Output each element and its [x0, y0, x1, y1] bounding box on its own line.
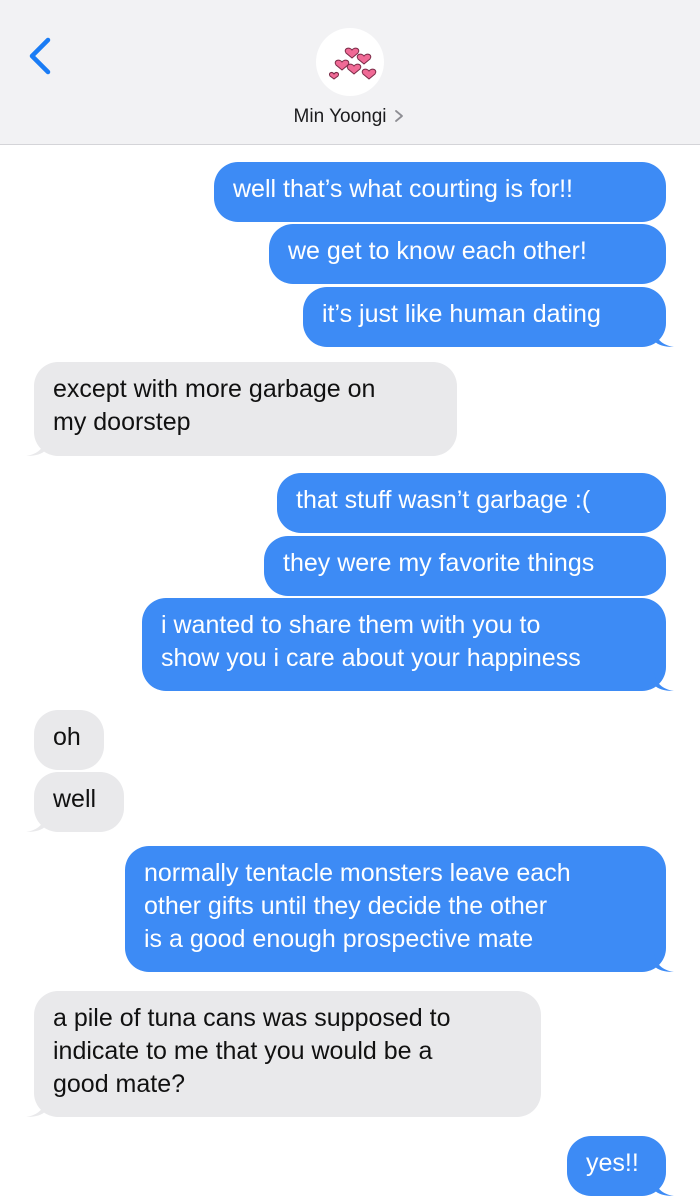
message-text-line: they were my favorite things — [283, 549, 595, 577]
bubble-tail — [26, 1099, 46, 1117]
message-text-line: indicate to me that you would be a — [53, 1037, 433, 1065]
bubble-tail — [26, 814, 46, 832]
message-bubble-outgoing[interactable]: they were my favorite things — [264, 536, 666, 596]
bubble-tail — [26, 438, 46, 456]
message-bubble-outgoing[interactable]: it’s just like human dating — [303, 287, 674, 347]
message-bubble-outgoing[interactable]: we get to know each other! — [269, 224, 666, 284]
conversation-header: Min Yoongi — [0, 0, 700, 145]
hearts-icon — [329, 47, 377, 80]
message-text-line: it’s just like human dating — [322, 300, 601, 328]
message-text-line: except with more garbage on — [53, 375, 376, 403]
message-bubble-incoming[interactable]: except with more garbage on my doorstep — [26, 362, 457, 456]
message-text-line: well — [53, 785, 97, 813]
message-text-line: that stuff wasn’t garbage :( — [296, 486, 591, 514]
message-bubble-outgoing[interactable]: yes!! — [567, 1136, 674, 1196]
message-text-line: oh — [53, 723, 81, 751]
message-bubble-outgoing[interactable]: well that’s what courting is for!! — [214, 162, 666, 222]
bubble-tail — [654, 1178, 674, 1196]
message-text-line: is a good enough prospective mate — [144, 925, 534, 953]
message-bubble-incoming[interactable]: oh — [34, 710, 104, 770]
message-text-line: yes!! — [586, 1149, 639, 1177]
chevron-right-icon — [395, 110, 404, 122]
message-text-line: show you i care about your happiness — [161, 644, 581, 672]
avatar[interactable] — [316, 28, 384, 96]
message-text-line: other gifts until they decide the other — [144, 892, 548, 920]
message-bubble-outgoing[interactable]: i wanted to share them with you to show … — [142, 598, 674, 691]
message-text-line: i wanted to share them with you to — [161, 611, 541, 639]
contact-name-button[interactable]: Min Yoongi — [0, 106, 700, 128]
message-text-line: well that’s what courting is for!! — [233, 175, 573, 203]
bubble-tail — [654, 673, 674, 691]
contact-name: Min Yoongi — [293, 106, 387, 127]
message-text-line: good mate? — [53, 1070, 186, 1098]
message-bubble-outgoing[interactable]: normally tentacle monsters leave each ot… — [125, 846, 674, 972]
message-bubble-incoming[interactable]: well — [26, 772, 124, 832]
message-text-line: we get to know each other! — [288, 237, 587, 265]
bubble-tail — [654, 954, 674, 972]
message-bubble-outgoing[interactable]: that stuff wasn’t garbage :( — [277, 473, 666, 533]
message-bubble-incoming[interactable]: a pile of tuna cans was supposed to indi… — [26, 991, 541, 1117]
bubble-tail — [654, 329, 674, 347]
chevron-left-icon[interactable] — [22, 34, 62, 78]
message-text-line: a pile of tuna cans was supposed to — [53, 1004, 451, 1032]
message-text-line: normally tentacle monsters leave each — [144, 859, 571, 887]
message-text-line: my doorstep — [53, 408, 191, 436]
